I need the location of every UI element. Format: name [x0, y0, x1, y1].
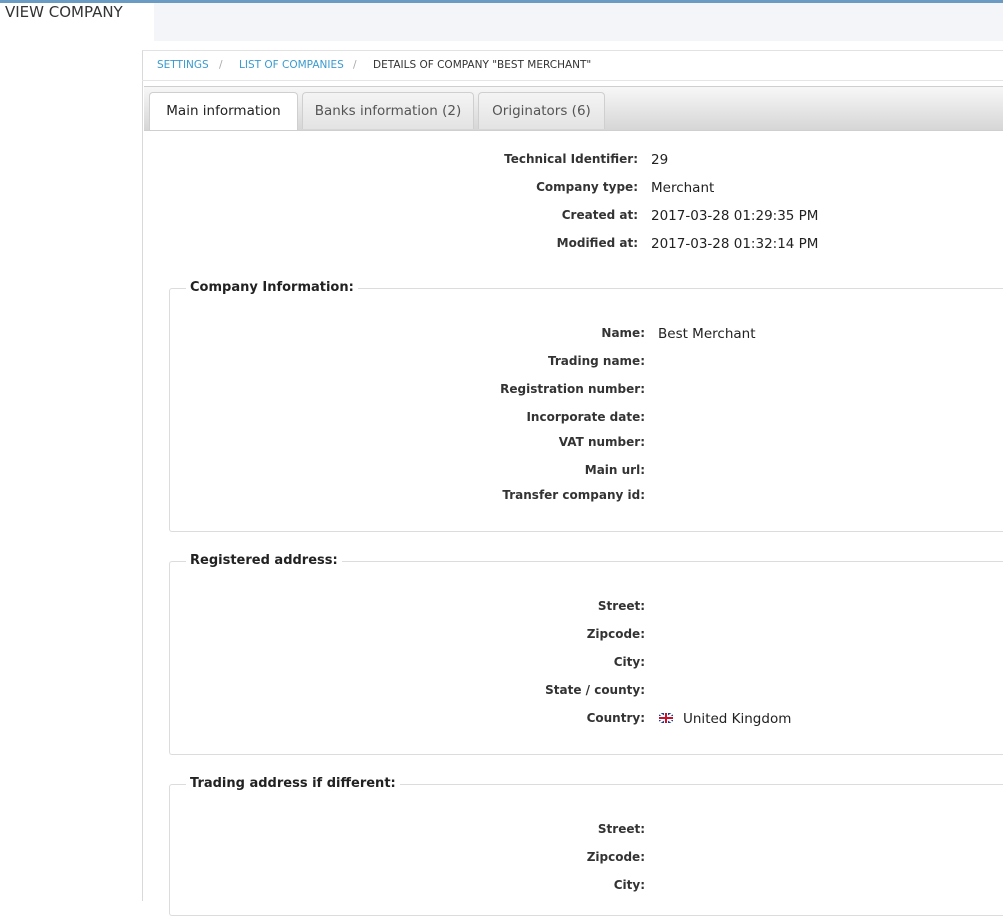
registration-number-label: Registration number:: [500, 382, 645, 396]
company-information-legend: Company Information:: [186, 280, 358, 295]
name-label: Name:: [601, 326, 645, 340]
street-label: Street:: [597, 599, 645, 613]
transfer-company-id-label: Transfer company id:: [502, 488, 645, 502]
breadcrumb: SETTINGS / LIST OF COMPANIES / DETAILS O…: [142, 50, 1003, 81]
created-at-value: 2017-03-28 01:29:35 PM: [651, 208, 819, 224]
trading-name-label: Trading name:: [548, 354, 645, 368]
company-type-value: Merchant: [651, 180, 715, 196]
header-band: [154, 3, 1003, 41]
trading-zipcode-label: Zipcode:: [586, 850, 645, 864]
city-label: City:: [613, 655, 645, 669]
registered-address-legend: Registered address:: [186, 553, 342, 568]
zipcode-label: Zipcode:: [586, 627, 645, 641]
tab-bar: Main information Banks information (2) O…: [144, 86, 1003, 131]
technical-identifier-label: Technical Identifier:: [504, 152, 638, 166]
main-url-label: Main url:: [584, 463, 645, 477]
modified-at-label: Modified at:: [556, 236, 638, 250]
name-value: Best Merchant: [658, 326, 756, 342]
uk-flag-icon: [659, 713, 673, 723]
incorporate-date-label: Incorporate date:: [526, 410, 645, 424]
tab-main-information[interactable]: Main information: [149, 92, 298, 130]
country-value: United Kingdom: [683, 711, 792, 727]
breadcrumb-current: DETAILS OF COMPANY "BEST MERCHANT": [373, 59, 592, 71]
technical-identifier-value: 29: [651, 152, 669, 168]
state-county-label: State / county:: [545, 683, 645, 697]
vat-number-label: VAT number:: [558, 435, 645, 449]
page-title: VIEW COMPANY: [5, 3, 123, 21]
modified-at-value: 2017-03-28 01:32:14 PM: [651, 236, 819, 252]
breadcrumb-list-of-companies-link[interactable]: LIST OF COMPANIES: [239, 59, 344, 71]
country-label: Country:: [586, 711, 645, 725]
tab-banks-information[interactable]: Banks information (2): [302, 92, 474, 129]
company-type-label: Company type:: [536, 180, 638, 194]
registered-address-section: [169, 561, 1003, 755]
breadcrumb-settings-link[interactable]: SETTINGS: [157, 59, 209, 71]
breadcrumb-separator: /: [353, 59, 357, 71]
trading-city-label: City:: [613, 878, 645, 892]
created-at-label: Created at:: [561, 208, 638, 222]
trading-street-label: Street:: [597, 822, 645, 836]
trading-address-legend: Trading address if different:: [186, 776, 400, 791]
breadcrumb-separator: /: [219, 59, 223, 71]
tab-originators[interactable]: Originators (6): [478, 92, 605, 129]
